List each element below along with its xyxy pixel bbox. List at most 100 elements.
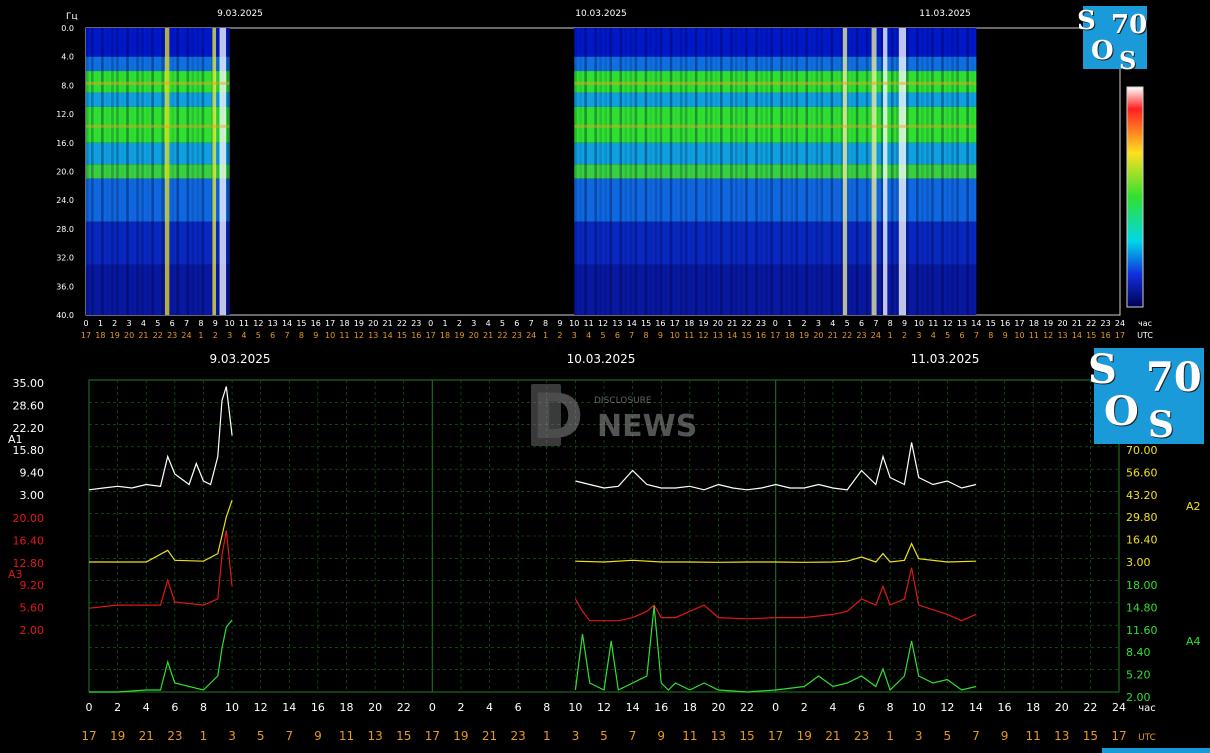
spec-utc-tick: 21 — [138, 331, 148, 340]
spec-hour-tick: 5 — [845, 319, 850, 328]
amp-utc-tick: 19 — [797, 729, 812, 743]
spectrogram-streak — [679, 28, 683, 315]
spectrogram-streak — [830, 28, 834, 315]
amp-hour-tick: 20 — [368, 701, 382, 714]
spec-hour-tick: 19 — [354, 319, 364, 328]
spec-hour-tick: 23 — [1101, 319, 1111, 328]
amp-hour-tick: 2 — [801, 701, 808, 714]
spec-utc-tick: 8 — [988, 331, 993, 340]
spec-utc-tick: 6 — [615, 331, 620, 340]
amp-hour-tick: 20 — [711, 701, 725, 714]
spec-hour-tick: 15 — [986, 319, 996, 328]
freq-tick-label: 4.0 — [61, 53, 74, 62]
amp-axis-tick: 3.00 — [1126, 556, 1151, 569]
spec-utc-tick: 20 — [813, 331, 823, 340]
amplitude-panel: 9.03.2025 10.03.2025 11.03.2025 D DISCLO… — [8, 352, 1201, 743]
spec-utc-tick: 8 — [644, 331, 649, 340]
spectrogram-streak — [715, 28, 718, 315]
spectrogram-streak — [946, 28, 949, 315]
spectrogram-burst — [164, 28, 170, 315]
spectrogram-streak — [704, 28, 708, 315]
amp-utc-tick: 13 — [711, 729, 726, 743]
amp-hour-tick: 20 — [1055, 701, 1069, 714]
spectrogram-streak — [96, 28, 99, 315]
amp-utc-tick: 7 — [629, 729, 637, 743]
spectrogram-streak — [609, 28, 613, 315]
spec-utc-tick: 11 — [1029, 331, 1039, 340]
spectrogram-streak — [161, 28, 164, 315]
spectrogram-streak — [624, 28, 628, 315]
spec-hour-tick: 5 — [500, 319, 505, 328]
spec-hour-tick: 7 — [529, 319, 534, 328]
freq-tick-label: 12.0 — [56, 110, 74, 119]
spec-utc-tick: 2 — [902, 331, 907, 340]
freq-tick-label: 32.0 — [56, 254, 74, 263]
freq-tick-label: 36.0 — [56, 282, 74, 291]
spec-utc-tick: 18 — [95, 331, 105, 340]
amp-hour-tick: 4 — [143, 701, 150, 714]
spec-utc-tick: 3 — [227, 331, 232, 340]
spectrogram-streak — [745, 28, 748, 315]
spectrogram-streak — [599, 28, 602, 315]
amp-utc-tick: 19 — [453, 729, 468, 743]
spectrogram-streak — [855, 28, 859, 315]
spectrogram-streak — [579, 28, 582, 315]
amp-hour-tick: 18 — [340, 701, 354, 714]
spectrogram-streak — [951, 28, 954, 315]
spec-hour-tick: 0 — [83, 319, 88, 328]
spectrogram-streak — [966, 28, 969, 315]
spectrogram-streak — [865, 28, 869, 315]
spectrogram-streak — [956, 28, 959, 315]
logo-number: 70 — [1146, 354, 1202, 401]
spec-hour-tick: 21 — [382, 319, 392, 328]
spec-utc-tick: 16 — [1101, 331, 1111, 340]
spec-utc-tick: 4 — [586, 331, 591, 340]
spectrogram-streak — [665, 28, 668, 315]
amp-utc-tick: 17 — [1111, 729, 1126, 743]
spec-utc-tick: 14 — [1072, 331, 1082, 340]
spec-hour-tick: 4 — [486, 319, 491, 328]
amp-utc-tick: 3 — [915, 729, 923, 743]
spec-hour-tick: 17 — [1014, 319, 1024, 328]
spec-hour-tick: 19 — [698, 319, 708, 328]
spec-utc-tick: 11 — [684, 331, 694, 340]
spec-hour-tick: 20 — [368, 319, 378, 328]
spec-hour-tick: 1 — [98, 319, 103, 328]
spectrogram-streak — [121, 28, 124, 315]
amp-hour-tick: 0 — [772, 701, 779, 714]
spectrogram-streak — [755, 28, 758, 315]
amp-axis-tick: 35.00 — [13, 377, 45, 390]
spec-utc-tick: 24 — [181, 331, 191, 340]
amp-axis-tick: 18.00 — [1126, 579, 1158, 592]
spec-utc-tick: 2 — [213, 331, 218, 340]
amp-utc-tick: 21 — [139, 729, 154, 743]
spec-utc-tick: 15 — [397, 331, 407, 340]
spectrogram-streak — [815, 28, 819, 315]
spec-hour-tick: 18 — [1029, 319, 1039, 328]
spec-hour-tick: 8 — [543, 319, 548, 328]
amp-hour-tick: 16 — [311, 701, 325, 714]
spec-utc-tick: 18 — [785, 331, 795, 340]
logo-letter: S — [1148, 404, 1174, 446]
spectrogram-streak — [760, 28, 763, 315]
spec-utc-tick: 4 — [931, 331, 936, 340]
spec-hour-tick: 17 — [325, 319, 335, 328]
spectrogram-streak — [820, 28, 824, 315]
logo-letter: S — [1088, 346, 1117, 393]
freq-unit-label: Гц — [66, 12, 78, 22]
spec-utc-tick: 21 — [483, 331, 493, 340]
amp-hour-unit: час — [1138, 703, 1156, 714]
amp-axis-tick: 16.40 — [1126, 534, 1158, 547]
spec-utc-tick: 20 — [469, 331, 479, 340]
spec-hour-tick: 22 — [397, 319, 407, 328]
spec-hour-tick: 17 — [670, 319, 680, 328]
amp-axis-tick: 5.20 — [1126, 669, 1151, 682]
spec-utc-tick: 15 — [742, 331, 752, 340]
spec-utc-tick: 19 — [454, 331, 464, 340]
amp-utc-tick: 17 — [768, 729, 783, 743]
watermark-text: NEWS — [597, 409, 697, 444]
logo-letter: O — [1104, 388, 1139, 435]
series-line-a3 — [88, 530, 233, 609]
amp-axis-tick: 43.20 — [1126, 489, 1158, 502]
spectrogram-streak — [634, 28, 638, 315]
